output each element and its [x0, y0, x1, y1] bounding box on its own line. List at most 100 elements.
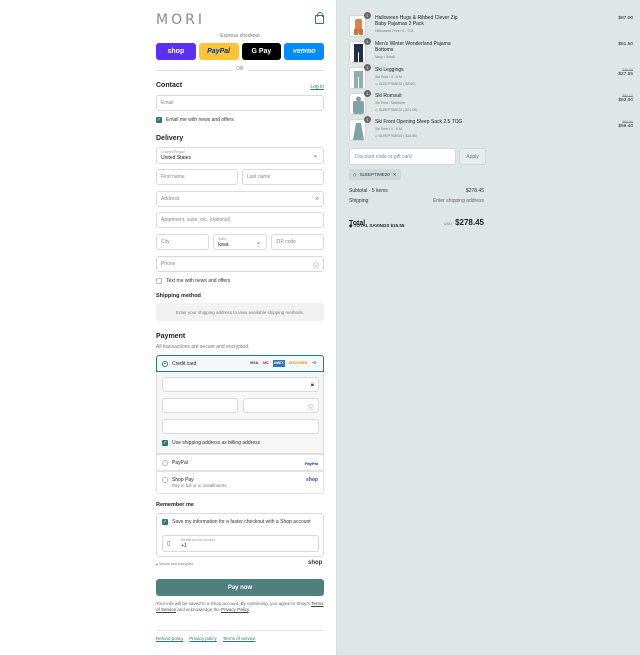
expiration-field[interactable]	[162, 398, 238, 413]
shop-pay-option[interactable]: Shop Pay Pay in full or in installments sh…	[156, 471, 324, 494]
shipping-label: Shipping	[349, 198, 369, 204]
item-discount: ◇ SLEEPTIME20 (-$21.00)	[375, 107, 470, 113]
qty-badge: 1	[364, 90, 371, 97]
item-variant: Ski Print / 0 - 6 M	[375, 127, 402, 131]
apartment-placeholder: Apartment, suite, etc. (optional)	[161, 217, 231, 223]
billing-same-label: Use shipping address as billing address	[172, 440, 261, 446]
express-checkout-label: Express checkout	[220, 33, 260, 39]
cart-item: 1 Ski Leggings Ski Print / 3 - 6 M ◇ SLEEP…	[349, 64, 633, 89]
checkbox-box	[156, 278, 162, 284]
brand-logo[interactable]: MORI	[156, 12, 205, 28]
email-field[interactable]: Email	[156, 95, 324, 111]
help-icon[interactable]: ⓘ	[313, 261, 319, 270]
qty-badge: 1	[364, 116, 371, 123]
city-placeholder: City	[161, 239, 170, 245]
cart-bag-icon[interactable]	[315, 12, 324, 24]
tag-icon: ◇	[353, 171, 357, 177]
city-field[interactable]: City	[156, 234, 209, 250]
discount-code: SLEEPTIME20 (-$21.00)	[378, 108, 418, 112]
lock-icon: 🔒︎	[156, 562, 158, 566]
google-pay-button[interactable]: G Pay	[241, 43, 282, 60]
product-thumbnail	[349, 41, 366, 63]
item-variant: Ski Print / Newborn	[375, 101, 405, 105]
check-icon: ✓	[156, 117, 162, 123]
item-price: $27.55	[618, 72, 633, 77]
card-number-field[interactable]: 🔒︎	[162, 377, 319, 392]
contact-heading: Contact	[156, 82, 183, 89]
privacy-policy-link[interactable]: Privacy policy	[189, 636, 217, 641]
or-divider: OR	[156, 66, 324, 74]
discount-tag-label: SLEEPTIME20	[359, 172, 390, 177]
credit-card-option[interactable]: Credit card VISA MC AMEX DISCOVER +5	[156, 355, 324, 372]
legal-body: Your info will be saved to a Shop accoun…	[156, 601, 311, 606]
shop-pay-button[interactable]: shop	[156, 43, 196, 60]
visa-icon: VISA	[249, 361, 259, 365]
security-code-field[interactable]: ⓘ	[243, 398, 319, 413]
help-icon[interactable]: ⓘ	[308, 403, 314, 412]
discount-code-field[interactable]: Discount code or gift card	[349, 148, 456, 165]
item-variant: Ski Print / 3 - 6 M	[375, 75, 402, 79]
total-value: $278.45	[455, 218, 484, 227]
currency-code: USD	[443, 221, 453, 226]
mobile-value: +1	[181, 543, 187, 549]
apartment-field[interactable]: Apartment, suite, etc. (optional)	[156, 212, 324, 228]
qty-badge: 1	[364, 12, 371, 19]
check-icon: ✓	[162, 519, 168, 525]
chevron-down-icon: ⌄	[255, 240, 261, 246]
paypal-label: PayPal	[172, 460, 188, 466]
shop-logo: shop	[308, 560, 323, 566]
item-price: $51.50	[618, 42, 633, 47]
mobile-phone-field[interactable]: ▯ Mobile phone number +1	[162, 535, 319, 552]
paypal-button[interactable]: PayPal	[198, 43, 239, 60]
product-thumbnail	[349, 67, 366, 89]
item-name: Halloween Hugs & Ribbed Clever Zip Baby …	[375, 15, 458, 27]
name-on-card-field[interactable]	[162, 419, 319, 434]
legal-text: Your info will be saved to a Shop accoun…	[156, 601, 324, 613]
paypal-option[interactable]: PayPal PayPal	[156, 454, 324, 471]
subtotal-label: Subtotal · 5 items	[349, 188, 388, 194]
apply-button[interactable]: Apply	[459, 148, 486, 165]
total-savings: ◆ TOTAL SAVINGS $15.55	[349, 223, 404, 229]
mobile-icon: ▯	[167, 541, 171, 547]
venmo-button[interactable]: venmo	[284, 43, 324, 60]
footer-links: Refund policy Privacy policy Terms of se…	[156, 630, 324, 641]
item-price: $87.00	[618, 16, 633, 21]
first-name-field[interactable]: First name	[156, 169, 238, 185]
login-link[interactable]: Log in	[300, 84, 324, 90]
refund-policy-link[interactable]: Refund policy	[156, 636, 183, 641]
item-name: Ski Front Opening Sleep Sack 2.5 TOG	[375, 119, 463, 125]
product-thumbnail	[349, 93, 366, 115]
product-thumbnail	[349, 119, 366, 141]
payment-subtitle: All transactions are secure and encrypte…	[156, 344, 250, 350]
billing-same-checkbox[interactable]: ✓ Use shipping address as billing address	[162, 440, 260, 446]
state-label: State	[218, 237, 227, 241]
save-info-label: Save my information for a faster checkou…	[172, 519, 311, 525]
discount-placeholder: Discount code or gift card	[355, 153, 412, 160]
mobile-label: Mobile phone number	[181, 538, 215, 542]
subtotal-row: Subtotal · 5 items $278.45	[349, 188, 484, 194]
remember-heading: Remember me	[156, 502, 194, 508]
search-icon: ⌕	[315, 196, 319, 202]
item-variant: Navy / Small	[375, 55, 395, 59]
country-select[interactable]: Country/Region United States ⌄	[156, 147, 324, 164]
address-field[interactable]: Address ⌕	[156, 191, 324, 207]
legal-end: .	[248, 607, 251, 612]
last-name-field[interactable]: Last name	[242, 169, 324, 185]
country-label: Country/Region	[161, 150, 186, 154]
email-news-checkbox[interactable]: ✓ Email me with news and offers	[156, 117, 234, 123]
state-select[interactable]: State Iowa ⌄	[213, 234, 267, 250]
remove-discount-icon[interactable]: ✕	[393, 172, 397, 178]
item-price: $63.00	[618, 98, 633, 103]
text-news-checkbox[interactable]: Text me with news and offers	[156, 278, 230, 284]
discount-code: SLEEPTIME20 (-$16.60)	[378, 134, 418, 138]
phone-field[interactable]: Phone ⓘ	[156, 256, 324, 272]
terms-link[interactable]: Terms of service	[223, 636, 256, 641]
item-name: Ski Romsuit	[375, 93, 402, 99]
zip-field[interactable]: ZIP code	[271, 234, 324, 250]
save-info-checkbox[interactable]: ✓ Save my information for a faster checko…	[162, 519, 311, 525]
express-pay-buttons: shop PayPal G Pay venmo	[156, 43, 324, 60]
email-placeholder: Email	[161, 100, 174, 106]
radio-selected-icon	[162, 360, 168, 367]
pay-now-button[interactable]: Pay now	[156, 579, 324, 596]
privacy-link[interactable]: Privacy Policy	[221, 607, 249, 612]
